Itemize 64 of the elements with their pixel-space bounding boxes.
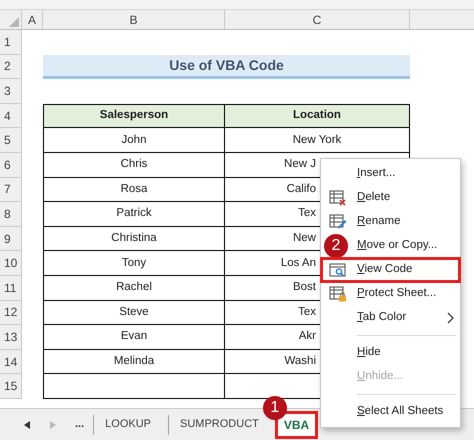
menu-item[interactable]: Hide — [321, 341, 460, 365]
row-header[interactable]: 11 — [0, 276, 22, 301]
row-header[interactable]: 5 — [0, 128, 22, 153]
column-header[interactable]: C — [225, 10, 410, 29]
sheet-tab[interactable]: VBA — [278, 414, 316, 436]
column-header[interactable]: B — [43, 10, 225, 29]
menu-item[interactable]: Tab Color — [321, 306, 460, 330]
table-cell: Christina — [43, 226, 225, 252]
window-magnifier-icon — [329, 262, 347, 278]
table-cell: Melinda — [43, 350, 225, 374]
table-cell: Steve — [43, 300, 225, 326]
row-header[interactable]: 12 — [0, 300, 22, 326]
row-header[interactable]: 8 — [0, 202, 22, 227]
table-cell-text: New — [292, 230, 316, 246]
table-cell: Evan — [43, 325, 225, 350]
menu-item[interactable]: Delete — [321, 186, 460, 210]
table-delete-icon — [329, 190, 347, 206]
row-header[interactable]: 9 — [0, 226, 22, 252]
more-sheets-button[interactable]: ... — [72, 416, 88, 433]
menu-item[interactable]: Rename — [321, 210, 460, 234]
step-badge: 2 — [324, 234, 348, 258]
sheet-tab[interactable]: LOOKUP — [99, 414, 158, 436]
table-cell-text: Califo — [286, 182, 316, 197]
menu-item[interactable]: View Code — [321, 258, 460, 282]
table-cell-text: Akr — [298, 329, 316, 344]
table-cell: Rosa — [43, 178, 225, 202]
column-heading: Salesperson — [43, 104, 225, 128]
scroll-right-icon[interactable] — [50, 420, 56, 428]
table-cell-text: Washi — [284, 354, 316, 369]
table-cell: Patrick — [43, 202, 225, 227]
table-cell: Tony — [43, 251, 225, 276]
sheet-tab[interactable]: SUMPRODUCT — [174, 414, 265, 436]
row-header[interactable]: 14 — [0, 350, 22, 374]
table-cell-text: Tex — [298, 304, 316, 320]
menu-item[interactable]: Select All Sheets — [321, 400, 460, 424]
table-cell: Chris — [43, 152, 225, 178]
menu-item[interactable]: Insert... — [321, 162, 460, 186]
row-header[interactable]: 3 — [0, 79, 22, 104]
table-cell-text: New York — [292, 132, 342, 148]
row-header[interactable]: 4 — [0, 104, 22, 128]
table-lock-icon — [329, 286, 347, 302]
column-header[interactable]: A — [22, 10, 43, 29]
table-cell: Rachel — [43, 276, 225, 301]
row-header[interactable]: 2 — [0, 54, 22, 80]
menu-item[interactable]: Protect Sheet... — [321, 282, 460, 306]
table-cell-text: New J — [284, 157, 316, 172]
row-header[interactable]: 1 — [0, 30, 22, 55]
sheet-title: Use of VBA Code — [43, 54, 410, 80]
step-badge: 1 — [262, 396, 287, 420]
row-header[interactable]: 7 — [0, 178, 22, 202]
row-header[interactable]: 6 — [0, 152, 22, 178]
row-header[interactable]: 13 — [0, 325, 22, 350]
row-header[interactable]: 15 — [0, 374, 22, 399]
table-cell: John — [43, 128, 225, 153]
select-all-triangle-icon[interactable] — [9, 17, 19, 27]
table-cell-text: Tex — [298, 206, 316, 222]
table-pencil-icon — [329, 214, 347, 230]
menu-item[interactable]: 2 Move or Copy... — [321, 234, 460, 258]
row-header[interactable]: 10 — [0, 251, 22, 276]
table-cell-text: Los An — [280, 256, 316, 271]
table-cell-text: Bost — [292, 280, 316, 296]
scroll-left-icon[interactable] — [24, 420, 30, 428]
chevron-right-icon — [446, 312, 454, 324]
column-heading: Location — [225, 104, 410, 128]
